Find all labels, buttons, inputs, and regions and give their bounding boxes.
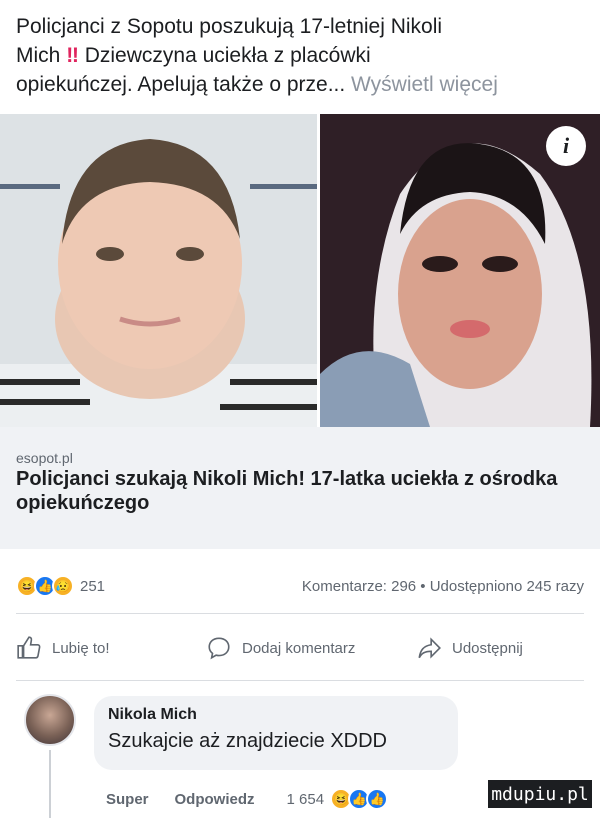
double-exclamation-icon: ‼: [66, 44, 79, 67]
share-button[interactable]: Udostępnij: [416, 635, 523, 661]
thumbs-up-icon: [17, 636, 41, 659]
comment-author[interactable]: Nikola Mich: [108, 706, 444, 724]
divider: [16, 680, 584, 681]
comments-shares-count[interactable]: Komentarze: 296 • Udostępniono 245 razy: [302, 578, 584, 595]
post-text-line-1: Policjanci z Sopotu poszukują 17-letniej…: [16, 15, 443, 38]
like-button[interactable]: Lubię to!: [16, 635, 206, 661]
see-more-link[interactable]: Wyświetl więcej: [345, 73, 498, 96]
comment-label: Dodaj komentarz: [242, 639, 356, 657]
post-actions: Lubię to! Dodaj komentarz Udostępnij: [16, 628, 584, 668]
watermark-logo: mdupiu.pl: [486, 778, 594, 810]
post-text-line-2-rest: Dziewczyna uciekła z placówki: [78, 44, 371, 67]
post-text-line-3: opiekuńczej. Apelują także o prze... Wyś…: [16, 70, 584, 99]
photo-right: i: [320, 114, 600, 427]
link-preview-meta[interactable]: esopot.pl Policjanci szukają Nikoli Mich…: [0, 427, 600, 549]
link-domain: esopot.pl: [16, 450, 73, 466]
post-name: Mich: [16, 44, 61, 67]
link-preview-photos[interactable]: i: [0, 114, 600, 427]
share-arrow-icon: [418, 637, 441, 659]
speech-bubble-icon: [208, 637, 230, 660]
comment-text: Szukajcie aż znajdziecie XDDD: [108, 730, 388, 752]
share-label: Udostępnij: [452, 639, 523, 657]
portrait-left-image: [0, 114, 317, 427]
thread-line: [49, 750, 51, 818]
photo-left: [0, 114, 320, 427]
like-icon: 👍: [366, 788, 389, 810]
avatar[interactable]: [24, 694, 76, 746]
comment-reply-button[interactable]: Odpowiedz: [175, 791, 255, 808]
reactions-count: 251: [80, 577, 106, 595]
comment-actions: Super Odpowiedz 1 654 😆 👍 👍: [106, 788, 389, 810]
post-text: Policjanci z Sopotu poszukują 17-letniej…: [16, 12, 584, 99]
sad-icon: 😥: [52, 575, 74, 597]
post-text-line-2: Mich ‼ Dziewczyna uciekła z placówki: [16, 41, 584, 70]
reactions-summary[interactable]: 😆 👍 😥 251: [16, 575, 105, 597]
comment-super-button[interactable]: Super: [106, 791, 149, 808]
divider: [16, 613, 584, 614]
like-label: Lubię to!: [52, 639, 110, 657]
post-text-line-3-text: opiekuńczej. Apelują także o prze...: [16, 73, 346, 96]
link-title[interactable]: Policjanci szukają Nikoli Mich! 17-latka…: [16, 467, 576, 515]
info-icon[interactable]: i: [546, 126, 586, 166]
comment-bubble: Nikola Mich Szukajcie aż znajdziecie XDD…: [94, 696, 458, 770]
comment-reaction-count[interactable]: 1 654: [287, 791, 325, 808]
post-stats: 😆 👍 😥 251 Komentarze: 296 • Udostępniono…: [16, 573, 584, 599]
comment-button[interactable]: Dodaj komentarz: [206, 635, 416, 661]
